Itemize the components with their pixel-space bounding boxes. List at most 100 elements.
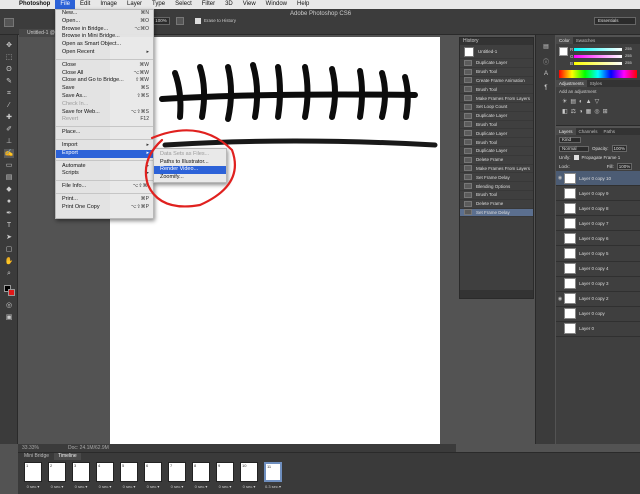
history-brush-tool-icon[interactable]: ✍: [4, 149, 14, 158]
history-item[interactable]: Duplicate Layer: [460, 59, 533, 68]
file-menu-item-print-one-copy[interactable]: Print One Copy ⌥⇧⌘P: [56, 204, 153, 212]
history-item[interactable]: Brush Tool: [460, 191, 533, 200]
file-menu-item-scripts[interactable]: Scripts ▸: [56, 170, 153, 178]
menu-select[interactable]: Select: [170, 0, 197, 9]
marquee-tool-icon[interactable]: ⬚: [4, 53, 14, 62]
info-panel-icon[interactable]: ⓘ: [541, 57, 551, 66]
timeline-frame[interactable]: 7: [168, 462, 186, 482]
eyedropper-tool-icon[interactable]: ⁄: [4, 101, 14, 110]
history-snapshot[interactable]: Untitled-1: [460, 45, 533, 59]
visibility-eye-icon[interactable]: ◉: [556, 296, 564, 302]
layer-row[interactable]: Layer 0 copy 9: [556, 186, 640, 202]
airbrush-icon[interactable]: [176, 17, 184, 25]
paragraph-panel-icon[interactable]: ¶: [541, 85, 551, 93]
value-g[interactable]: 255: [625, 53, 632, 58]
file-menu-item-print[interactable]: Print... ⌘P: [56, 196, 153, 204]
menu-window[interactable]: Window: [261, 0, 292, 9]
adjustment-icons-row2[interactable]: ◧⚖◑▦◎⊞: [562, 108, 611, 115]
timeline-frame[interactable]: 5: [120, 462, 138, 482]
color-swatch-fg[interactable]: [559, 47, 568, 56]
status-doc-size[interactable]: Doc: 24.1M/62.9M: [68, 444, 109, 452]
history-item[interactable]: Brush Tool: [460, 121, 533, 130]
file-menu-item-open-recent[interactable]: Open Recent ▸: [56, 49, 153, 57]
file-menu-item-open-as-smart-object[interactable]: Open as Smart Object...: [56, 41, 153, 49]
export-menu-item-data-sets-as-files[interactable]: Data Sets as Files...: [154, 151, 226, 159]
slider-b[interactable]: [574, 62, 622, 65]
export-menu-item-render-video[interactable]: Render Video...: [154, 166, 226, 174]
pen-tool-icon[interactable]: ✒: [4, 209, 14, 218]
layer-row[interactable]: Layer 0 copy 7: [556, 216, 640, 232]
move-tool-icon[interactable]: ✥: [4, 41, 14, 50]
timeline-frame[interactable]: 4: [96, 462, 114, 482]
color-spectrum[interactable]: [559, 70, 637, 78]
timeline-frame[interactable]: 2: [48, 462, 66, 482]
history-item[interactable]: Delete Frame: [460, 156, 533, 165]
file-menu-item-place[interactable]: Place...: [56, 129, 153, 137]
tab-timeline[interactable]: Timeline: [54, 453, 81, 460]
frame-delay[interactable]: 0 sec.▾: [119, 484, 139, 489]
history-item[interactable]: Blending Options: [460, 182, 533, 191]
blur-tool-icon[interactable]: ◆: [4, 185, 14, 194]
history-item[interactable]: Brush Tool: [460, 85, 533, 95]
tool-preset-icon[interactable]: [4, 18, 14, 27]
slider-g[interactable]: [574, 55, 622, 58]
timeline-frame[interactable]: 9: [216, 462, 234, 482]
history-panel-icon[interactable]: ▤: [541, 43, 551, 51]
tab-channels[interactable]: Channels: [576, 128, 601, 135]
history-item[interactable]: Duplicate Layer: [460, 147, 533, 156]
layer-row[interactable]: ◉ Layer 0 copy 2: [556, 292, 640, 307]
layer-row[interactable]: Layer 0 copy 8: [556, 201, 640, 217]
file-menu-item-file-info[interactable]: File Info... ⌥⇧⌘I: [56, 183, 153, 191]
quick-mask-icon[interactable]: ◎: [4, 301, 14, 310]
file-menu-item-automate[interactable]: Automate ▸: [56, 163, 153, 171]
quick-select-tool-icon[interactable]: ✎: [4, 77, 14, 86]
menu-image[interactable]: Image: [95, 0, 122, 9]
file-menu-item-close-and-go-to-bridge[interactable]: Close and Go to Bridge... ⇧⌘W: [56, 77, 153, 85]
frame-delay[interactable]: 0 sec.▾: [47, 484, 67, 489]
menu-view[interactable]: View: [238, 0, 261, 9]
layer-row[interactable]: Layer 0 copy 3: [556, 277, 640, 292]
app-menu[interactable]: Photoshop: [14, 0, 55, 9]
file-menu-item-revert[interactable]: Revert F12: [56, 116, 153, 124]
layer-row[interactable]: Layer 0 copy: [556, 307, 640, 322]
timeline-frame[interactable]: 3: [72, 462, 90, 482]
export-menu-item-paths-to-illustrator[interactable]: Paths to Illustrator...: [154, 159, 226, 167]
frame-delay[interactable]: 0.3 sec.▾: [263, 484, 283, 489]
history-item[interactable]: Duplicate Layer: [460, 112, 533, 121]
history-item[interactable]: Set Frame Delay: [460, 173, 533, 183]
dodge-tool-icon[interactable]: ●: [4, 197, 14, 206]
menu-edit[interactable]: Edit: [75, 0, 95, 9]
menu-type[interactable]: Type: [147, 0, 170, 9]
timeline-frame[interactable]: 1: [24, 462, 42, 482]
background-color-swatch[interactable]: [8, 289, 15, 296]
layer-row[interactable]: Layer 0 copy 5: [556, 246, 640, 262]
document-canvas[interactable]: [110, 37, 440, 444]
history-item[interactable]: Set Loop Count: [460, 103, 533, 112]
file-menu-item-open[interactable]: Open... ⌘O: [56, 18, 153, 26]
apple-icon[interactable]: [0, 0, 14, 9]
screen-mode-icon[interactable]: ▣: [4, 313, 14, 322]
file-menu-item-browse-in-bridge[interactable]: Browse in Bridge... ⌥⌘O: [56, 26, 153, 34]
type-tool-icon[interactable]: T: [4, 221, 14, 230]
history-item[interactable]: Set Frame Delay: [460, 208, 533, 218]
menu-file[interactable]: File: [55, 0, 75, 9]
character-panel-icon[interactable]: A: [541, 71, 551, 79]
path-select-tool-icon[interactable]: ➤: [4, 233, 14, 242]
history-item[interactable]: Brush Tool: [460, 138, 533, 147]
file-menu-item-close[interactable]: Close ⌘W: [56, 62, 153, 70]
menu-layer[interactable]: Layer: [122, 0, 147, 9]
propagate-checkbox[interactable]: [573, 155, 579, 160]
gradient-tool-icon[interactable]: ▤: [4, 173, 14, 182]
history-item[interactable]: Delete Frame: [460, 200, 533, 209]
zoom-field[interactable]: 100%: [152, 17, 170, 25]
tab-swatches[interactable]: Swatches: [573, 37, 599, 44]
tab-styles[interactable]: Styles: [587, 80, 605, 87]
value-r[interactable]: 255: [625, 46, 632, 51]
frame-delay[interactable]: 0 sec.▾: [215, 484, 235, 489]
frame-delay[interactable]: 0 sec.▾: [239, 484, 259, 489]
history-item[interactable]: Duplicate Layer: [460, 129, 533, 139]
status-zoom[interactable]: 33.33%: [22, 444, 39, 452]
frame-delay[interactable]: 0 sec.▾: [95, 484, 115, 489]
file-menu-item-import[interactable]: Import ▸: [56, 142, 153, 150]
timeline-frame[interactable]: 10: [240, 462, 258, 482]
